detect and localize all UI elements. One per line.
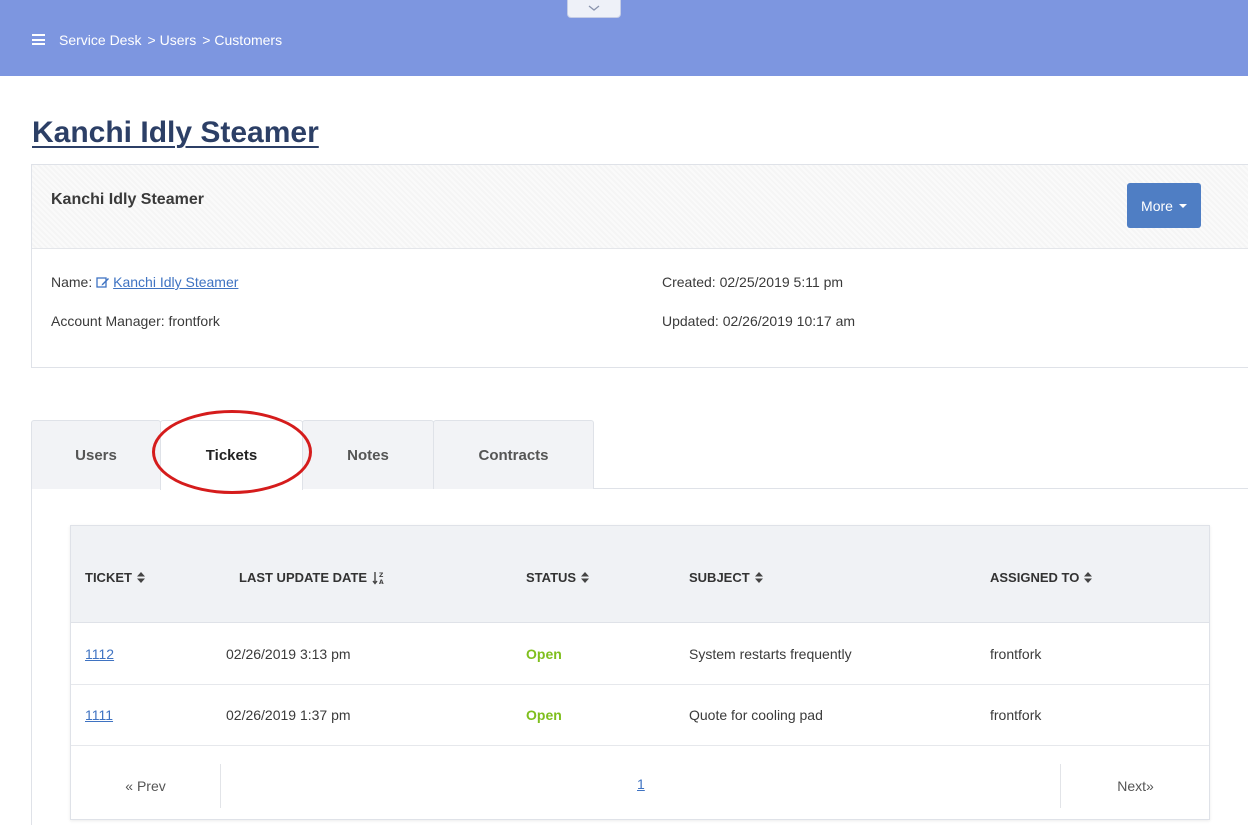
column-subject[interactable]: SUBJECT: [689, 570, 763, 585]
sort-icon: [136, 572, 145, 583]
name-label: Name:: [51, 274, 93, 290]
column-assigned-label: ASSIGNED TO: [990, 570, 1080, 585]
tab-contracts[interactable]: Contracts: [433, 420, 594, 489]
svg-text:Z: Z: [379, 572, 384, 579]
ticket-id-link[interactable]: 1111: [85, 707, 113, 723]
pagination: « Prev 1 Next»: [71, 748, 1209, 820]
collapse-toggle[interactable]: [567, 0, 621, 18]
account-manager: Account Manager: frontfork: [51, 313, 220, 329]
name-field: Name: Kanchi Idly Steamer: [51, 274, 238, 290]
column-ticket[interactable]: TICKET: [85, 570, 145, 585]
column-last-update-date[interactable]: LAST UPDATE DATE ZA: [239, 570, 386, 585]
tab-users-label: Users: [75, 446, 117, 464]
column-last-update-label: LAST UPDATE DATE: [239, 570, 368, 585]
tickets-table: TICKET LAST UPDATE DATE ZA STATUS SUBJEC…: [70, 525, 1210, 820]
created-date: Created: 02/25/2019 5:11 pm: [662, 274, 844, 290]
caret-down-icon: [1178, 203, 1187, 208]
chevron-down-icon: [588, 5, 600, 11]
hamburger-menu-icon[interactable]: [32, 34, 45, 45]
breadcrumb-separator: >: [202, 32, 211, 48]
breadcrumb-users[interactable]: Users: [160, 32, 197, 48]
column-subject-label: SUBJECT: [689, 570, 750, 585]
last-update-date: 02/26/2019 3:13 pm: [226, 646, 351, 662]
table-row: 1111 02/26/2019 1:37 pm Open Quote for c…: [71, 685, 1209, 746]
tab-contracts-label: Contracts: [478, 446, 549, 464]
assigned-to: frontfork: [990, 646, 1042, 662]
table-header: TICKET LAST UPDATE DATE ZA STATUS SUBJEC…: [71, 526, 1209, 623]
table-row: 1112 02/26/2019 3:13 pm Open System rest…: [71, 624, 1209, 685]
svg-text:A: A: [379, 579, 384, 585]
status-badge: Open: [526, 707, 562, 723]
last-update-date: 02/26/2019 1:37 pm: [226, 707, 351, 723]
card-title: Kanchi Idly Steamer: [51, 191, 204, 208]
breadcrumb-separator: >: [147, 32, 156, 48]
sort-icon: [754, 572, 763, 583]
column-ticket-label: TICKET: [85, 570, 132, 585]
status-badge: Open: [526, 646, 562, 662]
tab-notes-label: Notes: [347, 446, 389, 464]
sort-icon: [1084, 572, 1093, 583]
tab-tickets-label: Tickets: [205, 447, 258, 464]
tab-panel-border: [31, 488, 32, 825]
ticket-subject: Quote for cooling pad: [689, 707, 823, 723]
breadcrumb: Service Desk > Users > Customers: [59, 32, 282, 48]
sort-alpha-desc-icon: ZA: [372, 571, 384, 585]
name-value: Kanchi Idly Steamer: [113, 274, 239, 290]
breadcrumb-customers[interactable]: Customers: [214, 32, 282, 48]
sort-icon: [581, 572, 590, 583]
page-title[interactable]: Kanchi Idly Steamer: [32, 116, 319, 150]
tab-notes[interactable]: Notes: [302, 420, 434, 489]
page-number-link[interactable]: 1: [637, 776, 645, 792]
column-assigned-to[interactable]: ASSIGNED TO: [990, 570, 1093, 585]
column-status[interactable]: STATUS: [526, 570, 590, 585]
next-page-button[interactable]: Next»: [1060, 764, 1210, 808]
card-header: Kanchi Idly Steamer: [32, 165, 1248, 249]
ticket-subject: System restarts frequently: [689, 646, 852, 662]
updated-date: Updated: 02/26/2019 10:17 am: [662, 313, 856, 329]
edit-icon: [96, 277, 110, 288]
prev-page-button[interactable]: « Prev: [71, 764, 221, 808]
column-status-label: STATUS: [526, 570, 577, 585]
name-link[interactable]: Kanchi Idly Steamer: [96, 274, 238, 290]
breadcrumb-service-desk[interactable]: Service Desk: [59, 32, 141, 48]
tab-tickets[interactable]: Tickets: [160, 420, 303, 490]
customer-card: Kanchi Idly Steamer Name: Kanchi Idly St…: [31, 164, 1248, 368]
more-label: More: [1141, 197, 1173, 214]
more-button[interactable]: More: [1127, 183, 1201, 228]
assigned-to: frontfork: [990, 707, 1042, 723]
tab-users[interactable]: Users: [31, 420, 161, 489]
ticket-id-link[interactable]: 1112: [85, 646, 114, 662]
top-bar: Service Desk > Users > Customers: [0, 0, 1248, 76]
